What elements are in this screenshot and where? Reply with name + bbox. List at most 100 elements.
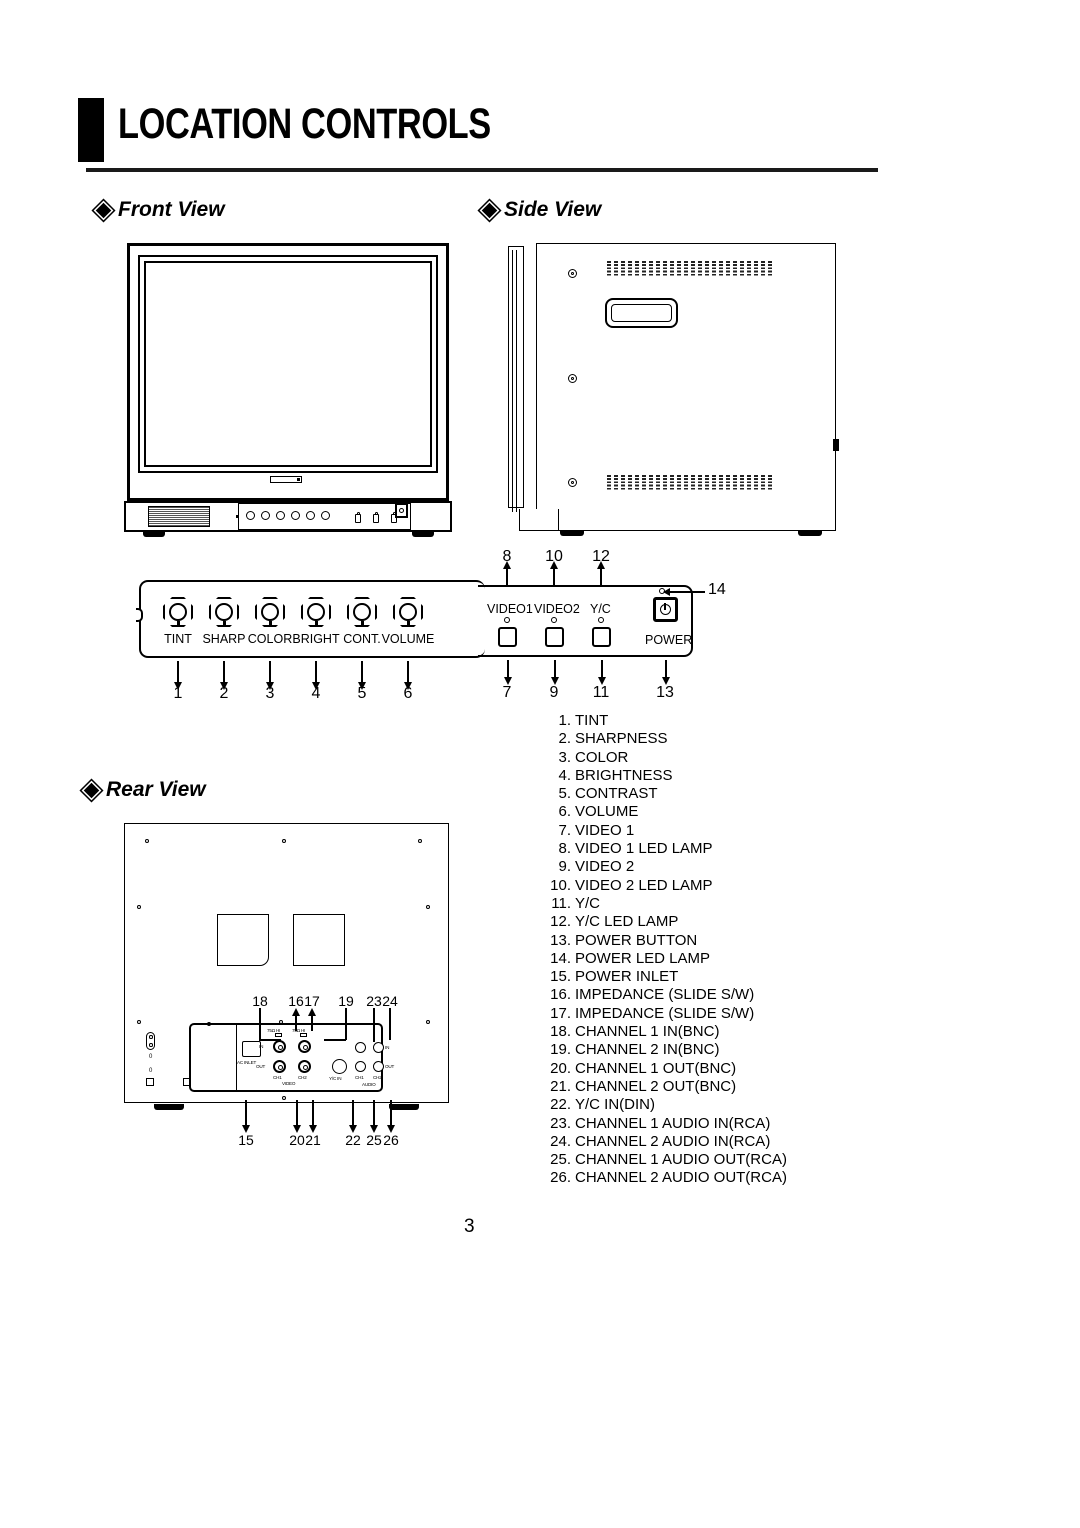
legend-item: 13. POWER BUTTON [545, 932, 787, 950]
legend-item: 21. CHANNEL 2 OUT(BNC) [545, 1078, 787, 1096]
legend-text: POWER INLET [575, 968, 679, 986]
rear-terminal-block-icon [146, 1032, 155, 1050]
side-lower-extension [519, 509, 559, 531]
strip-marker-dot-icon [236, 515, 239, 518]
impedance-switch-ch1[interactable] [275, 1033, 282, 1037]
legend-number: 22. [550, 1096, 571, 1114]
power-button-icon[interactable] [653, 597, 678, 622]
input-button-yc[interactable] [592, 627, 611, 647]
label-rca-out: OUT [385, 1064, 395, 1069]
rear-leader-24 [389, 1008, 391, 1040]
rear-leader-26 [386, 1100, 395, 1133]
label-impedance-ch1: 75Ω HI [267, 1028, 281, 1033]
label-video-group: VIDEO [282, 1081, 296, 1086]
callout-knob-color[interactable] [255, 597, 285, 627]
screw-icon-rear-ml [137, 905, 141, 909]
led-icon-yc [598, 617, 604, 623]
callout-knob-bright[interactable] [301, 597, 331, 627]
callout-arrow-12 [596, 561, 605, 587]
bnc-ch2-out [298, 1060, 311, 1073]
input-label-yc: Y/C [590, 602, 611, 616]
callout-arrow-8 [502, 561, 511, 587]
callout-knob-volume[interactable] [393, 597, 423, 627]
screw-icon-rear-bottom [282, 1096, 286, 1100]
legend-text: VIDEO 1 LED LAMP [575, 840, 713, 858]
legend-number: 25. [550, 1151, 571, 1169]
front-led-icon-video1 [355, 512, 361, 523]
bnc-ch2-in [298, 1040, 311, 1053]
title-underline-rule [86, 168, 878, 172]
legend-item: 14. POWER LED LAMP [545, 950, 787, 968]
page-number: 3 [464, 1216, 475, 1237]
rear-leader-18 [259, 1008, 261, 1040]
legend-list: 1. TINT 2. SHARPNESS 3. COLOR 4. BRIGHTNESS … [545, 712, 787, 1188]
vent-grille-bottom-icon [607, 475, 775, 491]
title-accent-bar [78, 98, 104, 162]
rear-callout-number-18: 18 [252, 993, 268, 1009]
legend-item: 6. VOLUME [545, 803, 787, 821]
input-button-video1[interactable] [498, 627, 517, 647]
callout-knob-cont[interactable] [347, 597, 377, 627]
rear-leader-19 [345, 1008, 347, 1040]
callout-arrow-9 [550, 660, 559, 685]
callout-arrow-5 [357, 661, 366, 690]
rear-foot-left [154, 1104, 184, 1110]
callout-number-3: 3 [265, 685, 275, 702]
legend-item: 24. CHANNEL 2 AUDIO IN(RCA) [545, 1133, 787, 1151]
legend-text: POWER LED LAMP [575, 949, 711, 967]
rear-callout-number-19: 19 [338, 993, 354, 1009]
legend-number: 17. [550, 1004, 571, 1022]
legend-item: 19. CHANNEL 2 IN(BNC) [545, 1041, 787, 1059]
callout-arrow-4 [311, 661, 320, 690]
legend-item: 12. Y/C LED LAMP [545, 913, 787, 931]
callout-knob-sharp[interactable] [209, 597, 239, 627]
section-heading-side-view: Side View [481, 198, 601, 222]
front-knob-icon-sharp[interactable] [261, 511, 270, 520]
legend-item: 9. VIDEO 2 [545, 858, 787, 876]
front-knob-icon-tint[interactable] [246, 511, 255, 520]
label-bnc-ch1: CH1 [273, 1075, 282, 1080]
rear-leader-17 [307, 1008, 316, 1031]
callout-arrow-13 [661, 660, 670, 685]
legend-number: 5. [558, 785, 571, 803]
callout-number-5: 5 [357, 685, 367, 702]
side-front-bezel-strip [508, 246, 524, 512]
legend-text: CONTRAST [575, 785, 658, 803]
front-knob-icon-color[interactable] [276, 511, 285, 520]
legend-text: IMPEDANCE (SLIDE S/W) [575, 1004, 755, 1022]
legend-number: 8. [558, 840, 571, 858]
rear-view-label: Rear View [106, 778, 206, 801]
label-rca-in: IN [385, 1045, 390, 1050]
legend-item: 11. Y/C [545, 895, 787, 913]
legend-text: SHARPNESS [575, 730, 668, 748]
input-button-video2[interactable] [545, 627, 564, 647]
callout-number-4: 4 [311, 685, 321, 702]
din-yc-in [332, 1059, 347, 1074]
front-knob-icon-bright[interactable] [291, 511, 300, 520]
legend-text: Y/C IN(DIN) [575, 1096, 655, 1114]
rear-foot-right [389, 1104, 419, 1110]
front-power-button-icon[interactable] [395, 503, 408, 518]
legend-text: CHANNEL 1 IN(BNC) [575, 1023, 720, 1041]
screw-icon-rear-br [426, 1020, 430, 1024]
legend-number: 14. [550, 949, 571, 967]
legend-number: 11. [551, 894, 571, 912]
section-heading-rear-view: Rear View [83, 778, 206, 802]
callout-knob-tint[interactable] [163, 597, 193, 627]
rear-leader-19-h [324, 1039, 346, 1041]
legend-number: 16. [550, 986, 571, 1004]
rear-callout-number-24: 24 [382, 993, 398, 1009]
legend-number: 10. [550, 876, 571, 894]
monitor-foot-right [412, 532, 434, 537]
rear-io-divider [236, 1023, 238, 1092]
legend-number: 20. [550, 1059, 571, 1077]
legend-item: 23. CHANNEL 1 AUDIO IN(RCA) [545, 1115, 787, 1133]
callout-leader-14 [663, 588, 705, 596]
front-knob-icon-cont[interactable] [306, 511, 315, 520]
side-rear-tab-icon [833, 439, 839, 451]
rear-leader-18-h [259, 1039, 281, 1041]
impedance-switch-ch2[interactable] [300, 1033, 307, 1037]
led-icon-video1 [504, 617, 510, 623]
front-knob-icon-volume[interactable] [321, 511, 330, 520]
screw-icon-rear-tc [282, 839, 286, 843]
